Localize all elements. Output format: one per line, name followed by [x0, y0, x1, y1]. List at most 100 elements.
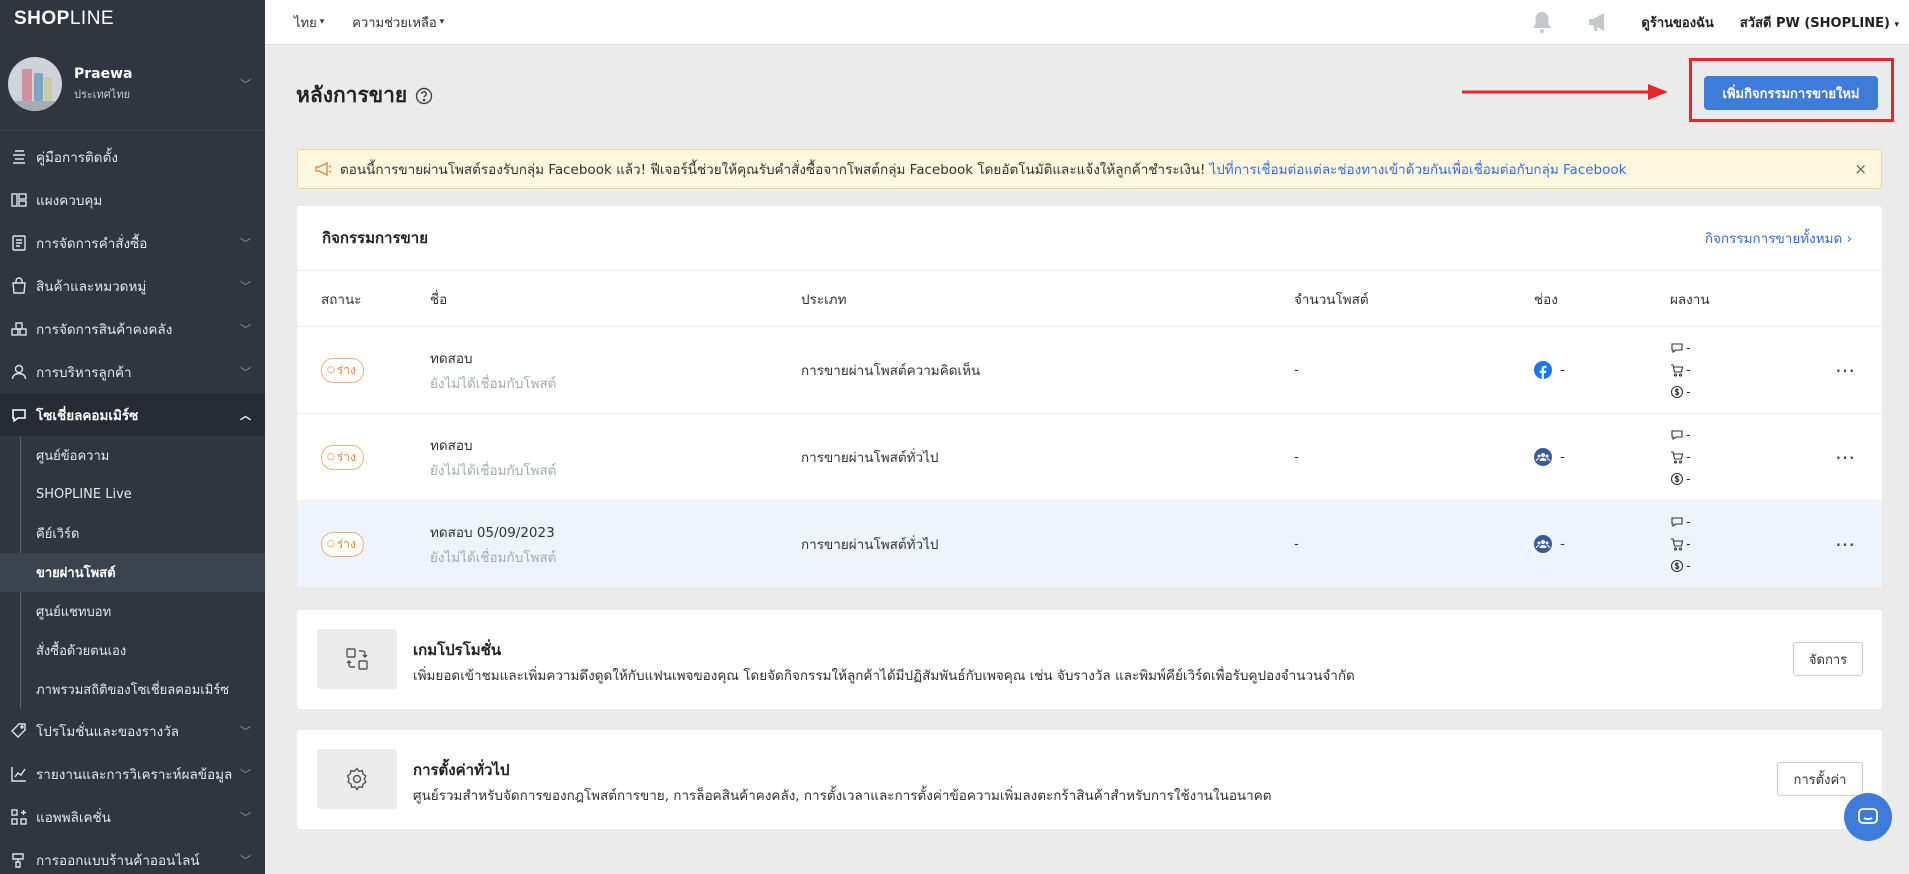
- facebook-icon: [1534, 361, 1552, 379]
- table-row[interactable]: ○ ร่าง ทดสอบ ยังไม่ได้เชื่อมกับโพสต์ การข…: [297, 327, 1882, 414]
- sidebar-item-customers[interactable]: การบริหารลูกค้า ﹀: [0, 350, 265, 393]
- settings-title: การตั้งค่าทั่วไป: [413, 761, 510, 779]
- comment-icon: [1671, 517, 1683, 528]
- chat-support-button[interactable]: [1844, 793, 1892, 841]
- settings-button[interactable]: การตั้งค่า: [1777, 762, 1863, 796]
- apps-icon: [11, 808, 27, 825]
- chevron-down-icon: ﹀: [240, 810, 251, 824]
- more-options-icon[interactable]: ⋯: [1835, 445, 1856, 469]
- inventory-icon: [11, 321, 27, 336]
- sidebar-item-social-commerce[interactable]: โซเชี่ยลคอมเมิร์ซ ︿: [0, 393, 265, 436]
- guide-icon: [13, 149, 25, 164]
- sidebar-subitem-keywords[interactable]: คีย์เวิร์ด: [21, 514, 265, 553]
- channel-value: -: [1560, 449, 1565, 465]
- activity-type: การขายผ่านโพสต์ความคิดเห็น: [801, 363, 981, 379]
- sidebar-item-label: แผงควบคุม: [36, 192, 103, 209]
- chevron-right-icon: ›: [1846, 231, 1852, 247]
- column-name: ชื่อ: [430, 291, 448, 308]
- sidebar-subitem-chatbot[interactable]: ศูนย์แชทบอท: [21, 592, 265, 631]
- sidebar-item-store-design[interactable]: การออกแบบร้านค้าออนไลน์ ﹀: [0, 838, 265, 874]
- topbar: ไทย ▾ ความช่วยเหลือ ▾ ดูร้านของฉัน สวัสดี …: [265, 0, 1909, 45]
- column-status: สถานะ: [321, 291, 362, 308]
- promo-description: เพิ่มยอดเข้าชมและเพิ่มความดึงดูดให้กับแฟ…: [413, 668, 1355, 684]
- settings-description: ศูนย์รวมสำหรับจัดการของกฎโพสต์การขาย, กา…: [413, 788, 1272, 804]
- column-channel: ช่อง: [1534, 291, 1558, 308]
- more-options-icon[interactable]: ⋯: [1835, 532, 1856, 556]
- sidebar-item-dashboard[interactable]: แผงควบคุม: [0, 178, 265, 221]
- user-card[interactable]: Praewa ประเทศไทย ﹀: [0, 38, 265, 131]
- table-header: สถานะ ชื่อ ประเภท จำนวนโพสต์ ช่อง ผลงาน: [297, 271, 1882, 327]
- results-stack: - - -: [1670, 337, 1691, 403]
- customers-icon: [11, 364, 27, 379]
- chevron-down-icon: ﹀: [240, 853, 251, 867]
- orders-icon: [12, 234, 26, 251]
- activity-name[interactable]: ทดสอบ: [430, 347, 556, 369]
- promotion-games-card: เกมโปรโมชั่น เพิ่มยอดเข้าชมและเพิ่มความด…: [297, 610, 1882, 709]
- avatar: [8, 57, 62, 111]
- add-sales-activity-button[interactable]: เพิ่มกิจกรรมการขายใหม่: [1704, 76, 1878, 110]
- dollar-icon: [1670, 385, 1684, 399]
- view-all-activities-link[interactable]: กิจกรรมการขายทั้งหมด ›: [1705, 227, 1852, 249]
- annotation-arrow: [1462, 84, 1668, 100]
- sidebar-item-setup-guide[interactable]: คู่มือการติดตั้ง: [0, 135, 265, 178]
- promotion-icon: [11, 722, 26, 738]
- sidebar-subitem-self-order[interactable]: สั่งซื้อด้วยตนเอง: [21, 631, 265, 670]
- promo-title: เกมโปรโมชั่น: [413, 641, 502, 659]
- shopline-logo[interactable]: SHOP LINE: [0, 0, 265, 38]
- sidebar-item-products[interactable]: สินค้าและหมวดหมู่ ﹀: [0, 264, 265, 307]
- sidebar-subitem-social-stats[interactable]: ภาพรวมสถิติของโซเชี่ยลคอมเมิร์ซ: [21, 670, 265, 709]
- gear-icon: [346, 767, 367, 791]
- social-commerce-icon: [12, 408, 26, 422]
- results-stack: - - -: [1670, 511, 1691, 577]
- language-selector[interactable]: ไทย ▾: [294, 12, 324, 33]
- view-store-link[interactable]: ดูร้านของฉัน: [1641, 12, 1713, 33]
- promotion-tile: [317, 629, 397, 689]
- dollar-icon: [1670, 472, 1684, 486]
- question-icon[interactable]: [415, 87, 433, 105]
- bell-icon[interactable]: [1529, 9, 1555, 35]
- notice-link[interactable]: ไปที่การเชื่อมต่อแต่ละช่องทางเข้าด้วยกัน…: [1209, 158, 1626, 180]
- chevron-down-icon: ﹀: [240, 236, 251, 250]
- activity-name[interactable]: ทดสอบ: [430, 434, 556, 456]
- column-results: ผลงาน: [1670, 291, 1710, 308]
- sidebar-item-label: การจัดการคำสั่งซื้อ: [36, 235, 148, 252]
- table-row[interactable]: ○ ร่าง ทดสอบ ยังไม่ได้เชื่อมกับโพสต์ การข…: [297, 414, 1882, 501]
- activity-type: การขายผ่านโพสต์ทั่วไป: [801, 537, 939, 553]
- sidebar-item-orders[interactable]: การจัดการคำสั่งซื้อ ﹀: [0, 221, 265, 264]
- products-icon: [12, 276, 26, 294]
- sidebar-item-promotions[interactable]: โปรโมชั่นและของรางวัล ﹀: [0, 709, 265, 752]
- sales-activities-card: กิจกรรมการขาย กิจกรรมการขายทั้งหมด › สถา…: [297, 206, 1882, 587]
- facebook-group-icon: [1534, 535, 1552, 553]
- sidebar-subitem-message-center[interactable]: ศูนย์ข้อความ: [21, 436, 265, 475]
- sidebar-item-inventory[interactable]: การจัดการสินค้าคงคลัง ﹀: [0, 307, 265, 350]
- social-commerce-submenu: ศูนย์ข้อความ SHOPLINE Live คีย์เวิร์ด ขา…: [0, 436, 265, 709]
- megaphone-icon[interactable]: [1585, 9, 1611, 35]
- sidebar-item-label: แอพพลิเคชั่น: [36, 809, 111, 826]
- table-row[interactable]: ○ ร่าง ทดสอบ 05/09/2023 ยังไม่ได้เชื่อมกั…: [297, 501, 1882, 587]
- dashboard-icon: [11, 192, 27, 207]
- post-count: -: [1294, 449, 1299, 465]
- sidebar-item-label: โปรโมชั่นและของรางวัล: [36, 723, 180, 740]
- facebook-group-icon: [1534, 448, 1552, 466]
- chevron-down-icon[interactable]: ﹀: [240, 76, 251, 92]
- dollar-icon: [1670, 559, 1684, 573]
- user-name: Praewa: [74, 65, 133, 82]
- sidebar-subitem-shopline-live[interactable]: SHOPLINE Live: [21, 475, 265, 514]
- page-title: หลังการขาย: [296, 79, 433, 112]
- chevron-down-icon: ﹀: [240, 767, 251, 781]
- sidebar-subitem-post-sales[interactable]: ขายผ่านโพสต์: [0, 553, 265, 592]
- more-options-icon[interactable]: ⋯: [1835, 358, 1856, 382]
- close-icon[interactable]: ×: [1854, 160, 1867, 178]
- facebook-group-notice: ตอนนี้การขายผ่านโพสต์รองรับกลุ่ม Faceboo…: [297, 149, 1882, 189]
- sidebar-item-reports[interactable]: รายงานและการวิเคราะห์ผลข้อมูล ﹀: [0, 752, 265, 795]
- comment-icon: [1671, 430, 1683, 441]
- help-menu[interactable]: ความช่วยเหลือ ▾: [352, 12, 444, 33]
- sidebar-item-label: การบริหารลูกค้า: [36, 364, 132, 381]
- chevron-up-icon: ︿: [240, 408, 251, 422]
- account-menu[interactable]: สวัสดี PW (SHOPLINE) ▾: [1740, 12, 1899, 33]
- card-title: กิจกรรมการขาย: [322, 229, 428, 247]
- manage-button[interactable]: จัดการ: [1793, 642, 1863, 676]
- megaphone-icon: [315, 161, 332, 177]
- activity-name[interactable]: ทดสอบ 05/09/2023: [430, 521, 556, 543]
- sidebar-item-apps[interactable]: แอพพลิเคชั่น ﹀: [0, 795, 265, 838]
